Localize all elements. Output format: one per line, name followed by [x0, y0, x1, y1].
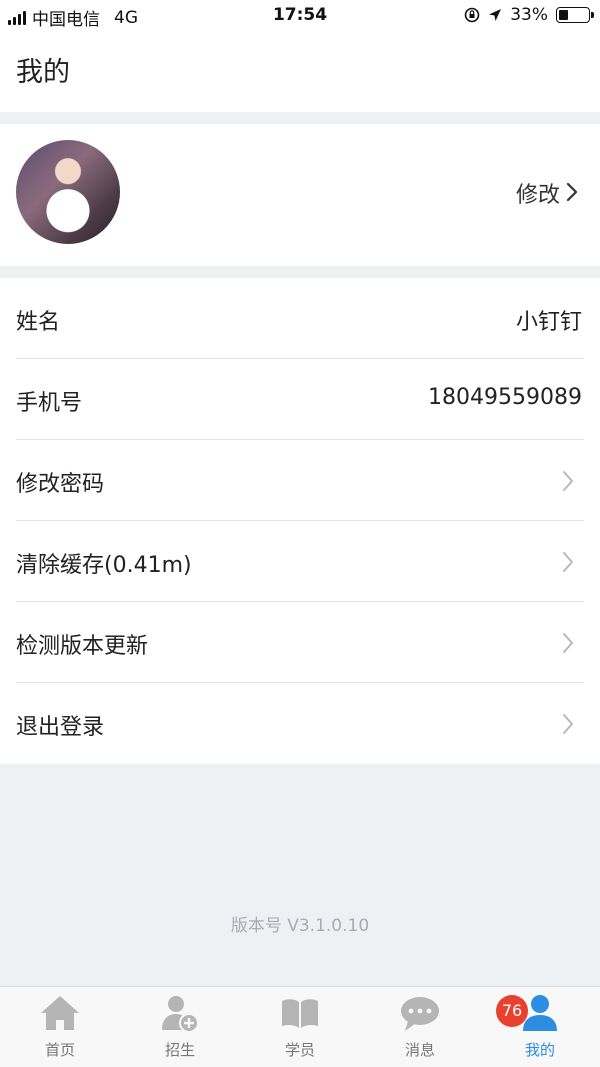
battery-icon — [556, 7, 594, 23]
location-arrow-icon — [489, 9, 502, 21]
tab-mine[interactable]: 我的 — [480, 987, 600, 1067]
tab-home-label: 首页 — [44, 1041, 75, 1059]
phone-label: 手机号 — [16, 391, 83, 416]
chevron-right-icon — [563, 714, 573, 734]
tab-enroll-label: 招生 — [164, 1041, 195, 1059]
clear-cache-label: 清除缓存(0.41m) — [16, 553, 192, 578]
tab-messages-label: 消息 — [404, 1041, 435, 1059]
chat-icon — [401, 997, 439, 1031]
phone-row: 手机号 18049559089 — [16, 359, 584, 440]
add-user-icon — [162, 996, 199, 1033]
chevron-right-icon — [563, 552, 573, 572]
tab-enroll[interactable]: 招生 — [120, 987, 240, 1067]
logout-row[interactable]: 退出登录 — [16, 683, 584, 764]
avatar[interactable] — [16, 140, 120, 244]
home-icon — [41, 996, 79, 1030]
logout-label: 退出登录 — [16, 715, 105, 740]
page-title: 我的 — [16, 57, 70, 88]
tab-home[interactable]: 首页 — [0, 987, 120, 1067]
name-label: 姓名 — [16, 310, 61, 335]
edit-profile-label[interactable]: 修改 — [516, 177, 560, 209]
status-bar: 中国电信 4G 17:54 33% — [0, 0, 600, 32]
battery-percent: 33% — [510, 5, 548, 25]
chevron-right-icon — [566, 182, 578, 202]
tab-mine-label: 我的 — [524, 1041, 555, 1059]
tab-bar: 首页 招生 学员 76 消息 我的 — [0, 986, 600, 1067]
tab-students-label: 学员 — [284, 1041, 315, 1059]
check-update-row[interactable]: 检测版本更新 — [16, 602, 584, 683]
settings-list: 姓名 小钉钉 手机号 18049559089 修改密码 清除缓存(0.41m) … — [0, 278, 600, 764]
check-update-label: 检测版本更新 — [16, 634, 149, 659]
version-label: 版本号 V3.1.0.10 — [230, 916, 370, 936]
phone-value: 18049559089 — [428, 385, 582, 410]
book-icon — [282, 999, 318, 1028]
chevron-right-icon — [563, 471, 573, 491]
orientation-lock-icon — [464, 7, 480, 23]
tab-students[interactable]: 学员 — [240, 987, 360, 1067]
name-value: 小钉钉 — [515, 310, 582, 335]
change-password-row[interactable]: 修改密码 — [16, 440, 584, 521]
name-row: 姓名 小钉钉 — [16, 278, 584, 359]
clear-cache-row[interactable]: 清除缓存(0.41m) — [16, 521, 584, 602]
change-password-label: 修改密码 — [16, 472, 105, 497]
tab-messages[interactable]: 76 消息 — [360, 987, 528, 1067]
chevron-right-icon — [563, 633, 573, 653]
profile-card[interactable]: 修改 — [0, 124, 600, 266]
user-icon — [523, 995, 557, 1031]
page-header: 我的 — [0, 32, 600, 112]
